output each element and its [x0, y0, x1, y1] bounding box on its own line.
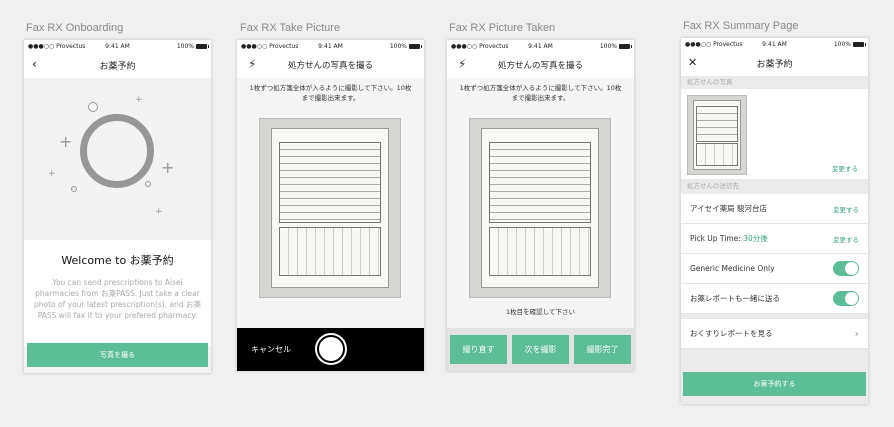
- nav-bar: ✕ お薬予約: [681, 50, 868, 76]
- plus-icon: +: [135, 95, 143, 105]
- page-title: 処方せんの写真を撮る: [497, 61, 583, 71]
- clock: 9:41 AM: [762, 40, 787, 48]
- camera-controls: キャンセル: [237, 328, 424, 371]
- page-title: お薬予約: [756, 59, 793, 70]
- confirm-text: 1枚目を確認して下さい: [506, 308, 575, 316]
- pickup-value: 30分後: [743, 234, 768, 243]
- next-photo-button[interactable]: 次を撮影: [512, 335, 569, 364]
- take-picture-screen: ●●●○○ Provectus 9:41 AM 100% ⚡ 処方せんの写真を撮…: [237, 40, 424, 371]
- sparkle-icon: [71, 186, 77, 192]
- nav-bar: ‹ お薬予約: [24, 52, 211, 78]
- battery-icon: [409, 43, 422, 49]
- pharmacy-row[interactable]: アイセイ薬局 駿河台店 変更する: [681, 194, 868, 224]
- battery-icon: [853, 41, 866, 47]
- back-icon[interactable]: ‹: [32, 57, 37, 71]
- report-send-toggle[interactable]: [833, 291, 859, 306]
- generic-row: Generic Medicine Only: [681, 254, 868, 284]
- close-icon[interactable]: ✕: [688, 56, 697, 69]
- report-send-row: お薬レポートも一緒に送る: [681, 284, 868, 314]
- welcome-description: You can send prescriptions to Aisei phar…: [34, 278, 201, 320]
- plus-icon: +: [145, 137, 151, 145]
- nav-bar: ⚡ 処方せんの写真を撮る: [237, 52, 424, 78]
- artboard-label-summary: Fax RX Summary Page: [683, 20, 799, 32]
- clock: 9:41 AM: [528, 42, 553, 50]
- prescription-image: [481, 127, 599, 289]
- sparkle-icon: [88, 102, 98, 112]
- action-bar: 撮り直す 次を撮影 撮影完了: [447, 328, 634, 371]
- clock: 9:41 AM: [105, 42, 130, 50]
- artboard-label-onboarding: Fax RX Onboarding: [26, 22, 124, 34]
- camera-viewfinder: [259, 118, 401, 298]
- page-title: 処方せんの写真を撮る: [287, 61, 373, 71]
- prescription-image: [692, 99, 742, 171]
- summary-screen: ●●●○○ Provectus 9:41 AM 100% ✕ お薬予約 処方せん…: [681, 38, 868, 404]
- plus-icon: +: [48, 169, 56, 179]
- pickup-row[interactable]: Pick Up Time: 30分後 変更する: [681, 224, 868, 254]
- picture-taken-screen: ●●●○○ Provectus 9:41 AM 100% ⚡ 処方せんの写真を撮…: [447, 40, 634, 371]
- plus-icon: +: [155, 207, 163, 217]
- flash-icon[interactable]: ⚡: [458, 57, 466, 71]
- chevron-right-icon: ›: [854, 327, 859, 340]
- clock: 9:41 AM: [318, 42, 343, 50]
- prescription-image: [271, 127, 389, 289]
- change-photo-link[interactable]: 変更する: [832, 163, 858, 173]
- cancel-button[interactable]: キャンセル: [251, 344, 291, 355]
- photo-card: 変更する: [681, 89, 868, 179]
- flash-icon[interactable]: ⚡: [248, 57, 256, 71]
- onboarding-screen: ●●●○○ Provectus 9:41 AM 100% ‹ お薬予約 + + …: [24, 40, 211, 373]
- reserve-button[interactable]: お薬予約する: [683, 372, 866, 396]
- instruction-text: 1枚ずつ処方箋全体が入るように撮影して下さい。10枚まで撮影出来ます。: [249, 84, 412, 102]
- status-bar: ●●●○○ Provectus 9:41 AM 100%: [24, 40, 211, 52]
- change-pickup-link[interactable]: 変更する: [833, 234, 859, 244]
- instruction-text: 1枚ずつ処方箋全体が入るように撮影して下さい。10枚まで撮影出来ます。: [459, 84, 622, 102]
- generic-toggle[interactable]: [833, 261, 859, 276]
- report-view-label: おくすりレポートを見る: [690, 329, 773, 338]
- report-view-row[interactable]: おくすりレポートを見る ›: [681, 319, 868, 349]
- welcome-panel: Welcome to お薬予約 You can send prescriptio…: [24, 240, 211, 346]
- shutter-button[interactable]: [317, 335, 345, 363]
- battery-icon: [196, 43, 209, 49]
- welcome-heading: Welcome to お薬予約: [61, 254, 174, 267]
- captured-photo: [469, 118, 611, 298]
- onboarding-illustration: + + + + + +: [24, 78, 211, 240]
- battery-icon: [619, 43, 632, 49]
- pickup-label: Pick Up Time:: [690, 234, 741, 243]
- status-bar: ●●●○○ Provectus 9:41 AM 100%: [237, 40, 424, 52]
- prescription-thumbnail[interactable]: [687, 95, 747, 175]
- sparkle-icon: [145, 181, 151, 187]
- change-pharmacy-link[interactable]: 変更する: [833, 204, 859, 214]
- plus-icon: +: [161, 158, 175, 177]
- generic-label: Generic Medicine Only: [690, 264, 775, 273]
- photo-section-header: 処方せんの写真: [681, 76, 868, 89]
- destination-section-header: 処方せんの送信先: [681, 179, 868, 194]
- lens-circle-icon: [80, 114, 154, 188]
- artboard-label-picture-taken: Fax RX Picture Taken: [449, 22, 556, 34]
- status-bar: ●●●○○ Provectus 9:41 AM 100%: [681, 38, 868, 50]
- finish-button[interactable]: 撮影完了: [574, 335, 631, 364]
- page-title: お薬予約: [99, 61, 136, 72]
- status-bar: ●●●○○ Provectus 9:41 AM 100%: [447, 40, 634, 52]
- nav-bar: ⚡ 処方せんの写真を撮る: [447, 52, 634, 78]
- retake-button[interactable]: 撮り直す: [450, 335, 507, 364]
- plus-icon: +: [59, 132, 73, 151]
- report-send-label: お薬レポートも一緒に送る: [690, 294, 780, 303]
- artboard-label-take-picture: Fax RX Take Picture: [240, 22, 341, 34]
- pharmacy-name: アイセイ薬局 駿河台店: [690, 204, 768, 213]
- take-photo-button[interactable]: 写真を撮る: [27, 343, 208, 367]
